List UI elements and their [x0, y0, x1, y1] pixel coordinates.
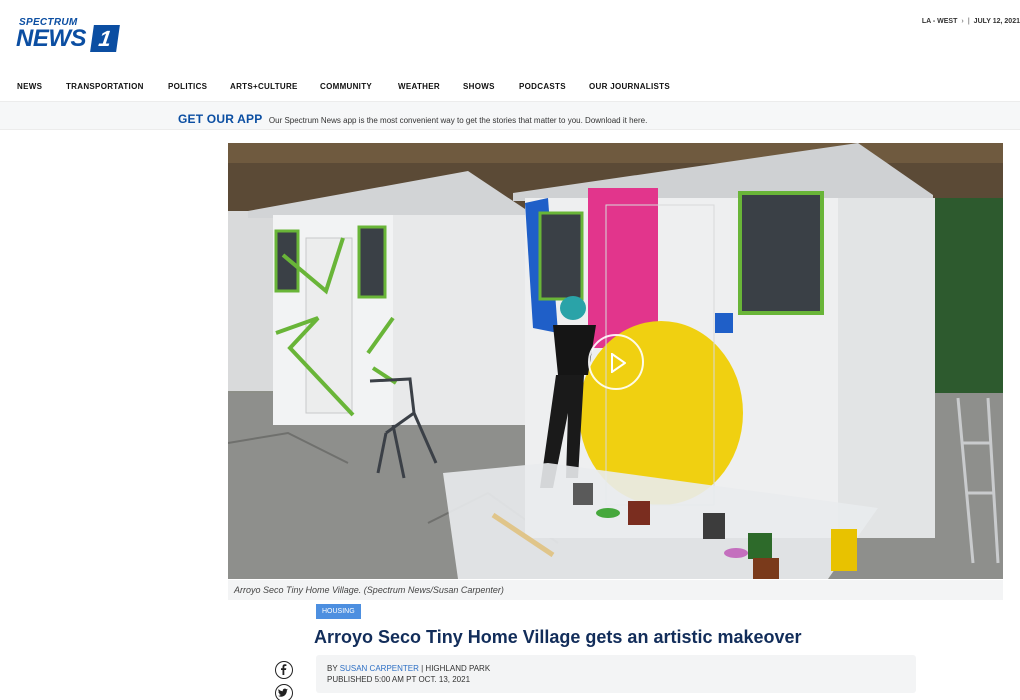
author-link[interactable]: SUSAN CARPENTER — [340, 664, 419, 673]
published-date: PUBLISHED 5:00 AM PT OCT. 13, 2021 — [327, 675, 471, 684]
video-player[interactable] — [228, 143, 1003, 579]
region-date: JULY 12, 2021 — [973, 18, 1020, 25]
twitter-icon — [277, 688, 288, 697]
nav-item-shows[interactable]: SHOWS — [463, 82, 495, 91]
chevron-right-icon: › — [961, 18, 964, 25]
nav-item-weather[interactable]: WEATHER — [398, 82, 440, 91]
app-promo-message: Our Spectrum News app is the most conven… — [268, 116, 648, 125]
article-headline: Arroyo Seco Tiny Home Village gets an ar… — [314, 627, 802, 647]
nav-item-transportation[interactable]: TRANSPORTATION — [66, 82, 144, 91]
site-header: SPECTRUM NEWS 1 LA - WEST › | JULY 12, 2… — [0, 0, 1020, 70]
category-tag[interactable]: HOUSING — [316, 604, 361, 619]
main-nav: NEWS TRANSPORTATION POLITICS ARTS+CULTUR… — [0, 78, 1020, 96]
play-icon — [611, 353, 626, 373]
nav-item-community[interactable]: COMMUNITY — [320, 82, 372, 91]
region-location[interactable]: LA - WEST — [922, 18, 958, 25]
nav-item-arts-culture[interactable]: ARTS+CULTURE — [230, 82, 298, 91]
nav-item-politics[interactable]: POLITICS — [168, 82, 207, 91]
article-byline: BY SUSAN CARPENTER | HIGHLAND PARK PUBLI… — [316, 655, 916, 693]
logo-mark: 1 — [90, 25, 120, 52]
nav-item-news[interactable]: NEWS — [17, 82, 42, 91]
logo-line-2: NEWS — [16, 25, 87, 52]
media-caption: Arroyo Seco Tiny Home Village. (Spectrum… — [228, 580, 1003, 600]
facebook-icon — [281, 664, 287, 675]
caption-text: Arroyo Seco Tiny Home Village. (Spectrum… — [234, 585, 504, 595]
share-twitter-button[interactable] — [275, 684, 293, 700]
region-selector[interactable]: LA - WEST › | JULY 12, 2021 — [922, 18, 1020, 25]
spectrum-news-logo[interactable]: SPECTRUM NEWS 1 — [16, 17, 120, 53]
byline-location: | HIGHLAND PARK — [418, 664, 491, 673]
play-button[interactable] — [588, 334, 644, 390]
byline-prefix: BY — [327, 664, 338, 673]
region-separator: | — [967, 18, 970, 25]
share-facebook-button[interactable] — [275, 661, 293, 679]
app-promo-banner[interactable]: GET OUR APP Our Spectrum News app is the… — [0, 101, 1020, 130]
byline-author-row: BY SUSAN CARPENTER | HIGHLAND PARK — [327, 664, 490, 673]
nav-item-podcasts[interactable]: PODCASTS — [519, 82, 566, 91]
get-app-cta[interactable]: GET OUR APP — [178, 112, 262, 126]
nav-item-our-journalists[interactable]: OUR JOURNALISTS — [589, 82, 670, 91]
